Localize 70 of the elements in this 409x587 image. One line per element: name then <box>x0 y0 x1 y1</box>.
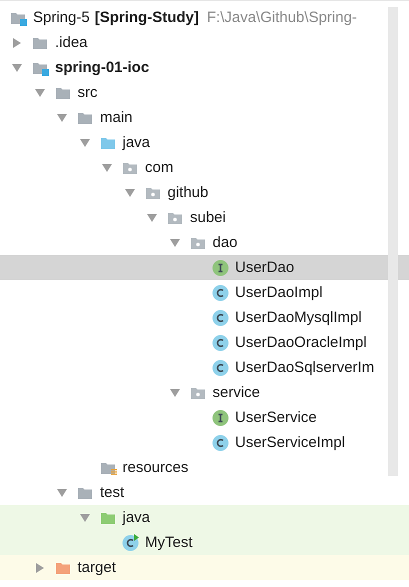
expand-down-arrow-icon[interactable] <box>56 112 68 124</box>
expand-down-arrow-icon[interactable] <box>78 136 90 148</box>
expand-down-arrow-icon[interactable] <box>146 212 158 224</box>
project-path: F:\Java\Github\Spring- <box>206 9 357 26</box>
expand-down-arrow-icon[interactable] <box>101 162 113 174</box>
node-label: main <box>100 109 133 126</box>
node-label: java <box>122 509 150 526</box>
tree-row[interactable]: UserDaoMysqlImpl <box>0 305 409 330</box>
node-label: target <box>78 559 116 576</box>
tree-row[interactable]: service <box>0 380 409 405</box>
expand-right-arrow-icon[interactable] <box>11 36 23 48</box>
class-icon <box>212 358 230 376</box>
expand-right-arrow-icon[interactable] <box>34 562 46 574</box>
expand-down-arrow-icon[interactable] <box>124 186 136 198</box>
tree-row[interactable]: UserServiceImpl <box>0 430 409 455</box>
node-label: java <box>122 134 150 151</box>
tree-row[interactable]: MyTest <box>0 530 409 555</box>
tree-row[interactable]: target <box>0 555 409 580</box>
tree-row[interactable]: UserDao <box>0 255 409 280</box>
expand-down-arrow-icon[interactable] <box>168 386 180 398</box>
node-label: UserServiceImpl <box>235 434 346 451</box>
node-label: test <box>100 484 124 501</box>
interface-icon <box>212 258 230 276</box>
tree-row[interactable]: resources <box>0 455 409 480</box>
scrollbar[interactable] <box>388 7 398 476</box>
tree-row[interactable]: com <box>0 155 409 180</box>
class-icon <box>212 334 230 352</box>
expand-down-arrow-icon[interactable] <box>168 236 180 248</box>
node-label: UserDaoOracleImpl <box>235 334 367 351</box>
tree-row[interactable]: Spring-5 [Spring-Study] F:\Java\Github\Spring- <box>0 5 409 30</box>
tree-row[interactable]: github <box>0 180 409 205</box>
node-label: UserService <box>235 409 317 426</box>
tree-row[interactable]: dao <box>0 230 409 255</box>
project-tag: [Spring-Study] <box>94 9 199 26</box>
tree-row[interactable]: UserDaoOracleImpl <box>0 330 409 355</box>
node-label: spring-01-ioc <box>55 59 150 76</box>
node-label: service <box>212 384 260 401</box>
class-icon <box>212 308 230 326</box>
node-label: src <box>78 84 98 101</box>
node-label: resources <box>122 459 188 476</box>
tree-row[interactable]: java <box>0 505 409 530</box>
tree-row[interactable]: UserDaoImpl <box>0 280 409 305</box>
tree-row[interactable]: UserService <box>0 405 409 430</box>
node-label: .idea <box>55 34 88 51</box>
test-class-icon <box>122 534 140 552</box>
tree-row[interactable]: src <box>0 80 409 105</box>
node-label: MyTest <box>145 534 193 551</box>
tree-row[interactable]: java <box>0 130 409 155</box>
node-label: UserDaoMysqlImpl <box>235 309 362 326</box>
interface-icon <box>212 408 230 426</box>
expand-down-arrow-icon[interactable] <box>78 512 90 524</box>
node-label: UserDao <box>235 259 294 276</box>
tree-row[interactable]: spring-01-ioc <box>0 55 409 80</box>
class-icon <box>212 434 230 452</box>
tree-row[interactable]: main <box>0 105 409 130</box>
node-label: Spring-5 <box>33 9 90 26</box>
expand-down-arrow-icon[interactable] <box>11 62 23 74</box>
node-label: github <box>168 184 208 201</box>
node-label: com <box>145 159 174 176</box>
tree-row[interactable]: subei <box>0 205 409 230</box>
node-label: UserDaoImpl <box>235 284 323 301</box>
tree-row[interactable]: UserDaoSqlserverIm <box>0 355 409 380</box>
expand-down-arrow-icon[interactable] <box>34 86 46 98</box>
expand-down-arrow-icon[interactable] <box>56 486 68 498</box>
node-label: dao <box>212 234 238 251</box>
tree-row[interactable]: test <box>0 480 409 505</box>
class-icon <box>212 284 230 302</box>
node-label: UserDaoSqlserverIm <box>235 359 374 376</box>
node-label: subei <box>190 209 226 226</box>
tree-row[interactable]: .idea <box>0 30 409 55</box>
